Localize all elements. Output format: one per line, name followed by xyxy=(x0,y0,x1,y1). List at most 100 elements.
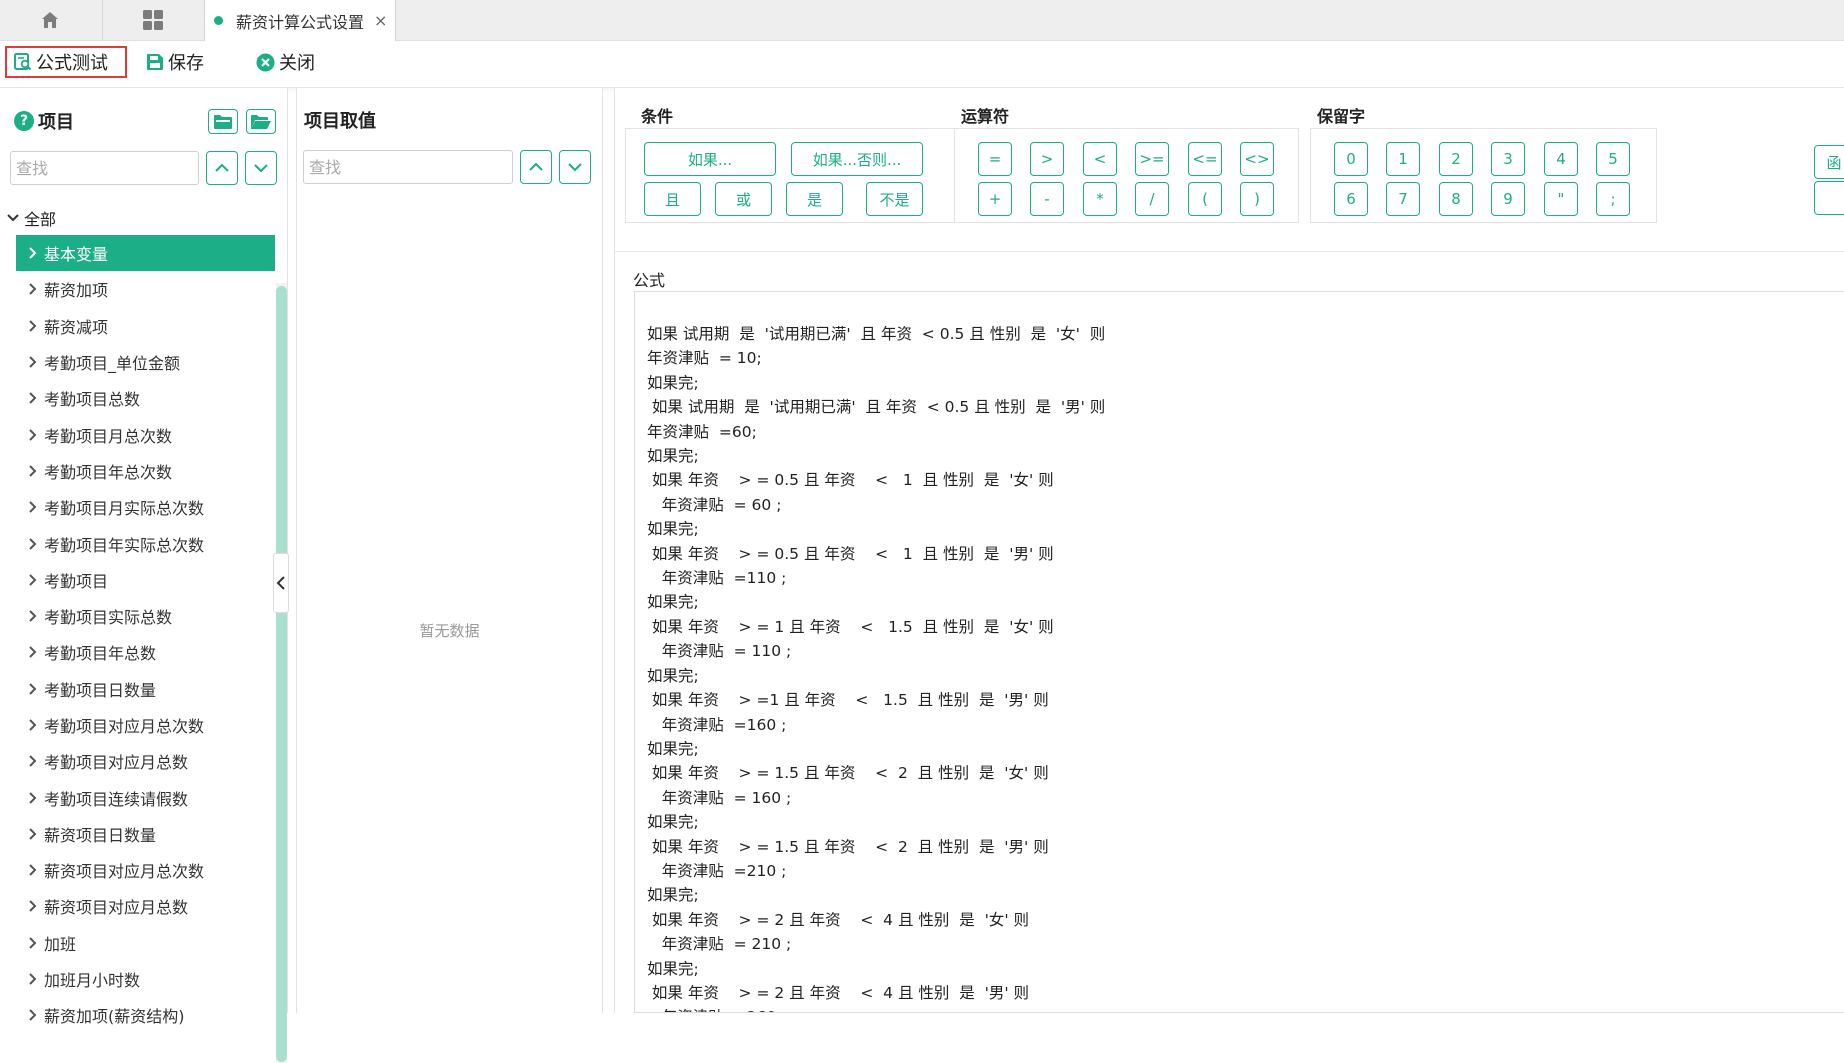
panel-collapse-button[interactable] xyxy=(273,553,289,613)
digit-0-button[interactable]: 0 xyxy=(1334,142,1368,176)
tree-item-label: 考勤项目对应月总数 xyxy=(44,753,189,773)
tab-bar: 薪资计算公式设置 × xyxy=(0,0,1844,41)
tree-item[interactable]: 薪资项目对应月总数 xyxy=(16,888,275,924)
op-less-button[interactable]: < xyxy=(1083,142,1117,176)
tree-item[interactable]: 考勤项目月总次数 xyxy=(16,416,275,452)
digit-7-button[interactable]: 7 xyxy=(1386,182,1420,216)
tree-item-label: 考勤项目对应月总次数 xyxy=(44,717,205,736)
op-plus-button[interactable]: + xyxy=(978,182,1012,216)
tab-apps[interactable] xyxy=(102,0,203,40)
item-search-down-button[interactable] xyxy=(245,151,277,185)
op-right-paren-button[interactable]: ) xyxy=(1240,182,1274,216)
op-not-equal-button[interactable]: <> xyxy=(1240,142,1274,176)
value-search-input[interactable] xyxy=(303,150,513,184)
tree-item[interactable]: 薪资加项(薪资结构) xyxy=(16,997,275,1033)
tree-item-label: 考勤项目年总次数 xyxy=(44,462,173,482)
tree-item-label: 薪资加项 xyxy=(44,281,109,301)
item-value-panel: 项目取值 暂无数据 xyxy=(296,88,603,1013)
tree-item-label: 薪资项目日数量 xyxy=(44,825,157,845)
chevron-right-icon xyxy=(29,465,37,477)
folder-open-icon xyxy=(251,114,271,129)
tree-item-label: 考勤项目年实际总次数 xyxy=(44,535,205,555)
tab-title: 薪资计算公式设置 xyxy=(236,12,365,32)
reserved-button-group: 0 1 2 3 4 5 6 7 8 9 " ; xyxy=(1310,128,1657,223)
value-search-down-button[interactable] xyxy=(559,150,591,184)
function-button[interactable]: 函 xyxy=(1814,145,1844,179)
op-minus-button[interactable]: - xyxy=(1030,182,1064,216)
chevron-up-icon xyxy=(529,162,543,171)
tree-root-label: 全部 xyxy=(24,210,57,229)
or-button[interactable]: 或 xyxy=(715,182,772,216)
tree-item[interactable]: 考勤项目总数 xyxy=(16,380,275,416)
tab-salary-formula[interactable]: 薪资计算公式设置 × xyxy=(204,0,396,41)
tree-item[interactable]: 薪资减项 xyxy=(16,308,275,344)
tree-root-all[interactable]: 全部 xyxy=(6,203,56,233)
tree-scrollbar[interactable] xyxy=(276,286,287,1062)
save-button[interactable]: 保存 xyxy=(146,46,204,78)
tree-item[interactable]: 加班 xyxy=(16,925,275,961)
operator-button-group: = > < >= <= <> + - * / ( ) xyxy=(954,128,1299,223)
op-greater-equal-button[interactable]: >= xyxy=(1135,142,1169,176)
open-folder-button[interactable] xyxy=(246,109,276,134)
tree-item[interactable]: 考勤项目 xyxy=(16,562,275,598)
formula-test-button[interactable]: 公式测试 xyxy=(5,46,127,78)
tab-home[interactable] xyxy=(0,0,100,40)
op-less-equal-button[interactable]: <= xyxy=(1188,142,1222,176)
formula-textarea[interactable]: 如果 试用期 是 '试用期已满' 且 年资 < 0.5 且 性别 是 '女' 则… xyxy=(634,291,1844,1013)
help-icon[interactable]: ? xyxy=(14,111,34,131)
item-search-input[interactable] xyxy=(10,151,199,185)
tree-item[interactable]: 薪资项目对应月总次数 xyxy=(16,852,275,888)
digit-9-button[interactable]: 9 xyxy=(1491,182,1525,216)
formula-test-icon xyxy=(14,53,32,71)
tree-item[interactable]: 考勤项目年总次数 xyxy=(16,453,275,489)
tree-item[interactable]: 考勤项目月实际总次数 xyxy=(16,489,275,525)
tree-item[interactable]: 基本变量 xyxy=(16,235,275,272)
digit-8-button[interactable]: 8 xyxy=(1439,182,1473,216)
digit-2-button[interactable]: 2 xyxy=(1439,142,1473,176)
value-search-up-button[interactable] xyxy=(520,150,552,184)
digit-5-button[interactable]: 5 xyxy=(1596,142,1630,176)
op-divide-button[interactable]: / xyxy=(1135,182,1169,216)
digit-6-button[interactable]: 6 xyxy=(1334,182,1368,216)
is-button[interactable]: 是 xyxy=(786,182,843,216)
op-equals-button[interactable]: = xyxy=(978,142,1012,176)
digit-3-button[interactable]: 3 xyxy=(1491,142,1525,176)
tree-item[interactable]: 考勤项目对应月总次数 xyxy=(16,707,275,743)
tree-item[interactable]: 考勤项目日数量 xyxy=(16,671,275,707)
close-button[interactable]: 关闭 xyxy=(256,46,315,78)
digit-1-button[interactable]: 1 xyxy=(1386,142,1420,176)
chevron-right-icon xyxy=(29,682,37,695)
tree-item[interactable]: 考勤项目连续请假数 xyxy=(16,779,275,815)
tree-item[interactable]: 考勤项目实际总数 xyxy=(16,598,275,634)
chevron-right-icon xyxy=(29,791,37,804)
chevron-right-icon xyxy=(29,392,37,405)
tree-item[interactable]: 薪资加项 xyxy=(16,271,275,307)
new-folder-button[interactable] xyxy=(208,109,238,134)
tree-item[interactable]: 加班月小时数 xyxy=(16,961,275,997)
item-tree-panel: ? 项目 全部 基本变量薪资加项薪资减项考勤项目_单位金额考勤项目总数考勤项目月… xyxy=(0,88,289,1063)
tree-item[interactable]: 薪资项目日数量 xyxy=(16,816,275,852)
if-else-button[interactable]: 如果...否则... xyxy=(791,142,923,176)
digit-4-button[interactable]: 4 xyxy=(1544,142,1578,176)
grid-icon xyxy=(143,10,163,30)
function-button-secondary[interactable] xyxy=(1814,181,1844,215)
tree-item-label: 薪资减项 xyxy=(44,317,109,337)
tree-item[interactable]: 考勤项目_单位金额 xyxy=(16,344,275,380)
is-not-button[interactable]: 不是 xyxy=(866,182,923,216)
item-value-title: 项目取值 xyxy=(304,111,376,132)
tree-item[interactable]: 考勤项目年实际总次数 xyxy=(16,525,275,561)
and-button[interactable]: 且 xyxy=(644,182,701,216)
chevron-right-icon xyxy=(29,501,37,513)
op-greater-button[interactable]: > xyxy=(1030,142,1064,176)
op-left-paren-button[interactable]: ( xyxy=(1188,182,1222,216)
if-button[interactable]: 如果... xyxy=(644,142,776,176)
tree-item[interactable]: 考勤项目年总数 xyxy=(16,634,275,670)
semicolon-button[interactable]: ; xyxy=(1596,182,1630,216)
chevron-right-icon xyxy=(29,1009,37,1022)
close-tab-icon[interactable]: × xyxy=(374,11,387,30)
item-search-up-button[interactable] xyxy=(206,151,238,185)
tree-item[interactable]: 考勤项目对应月总数 xyxy=(16,743,275,779)
formula-label: 公式 xyxy=(633,271,666,290)
quote-button[interactable]: " xyxy=(1544,182,1578,216)
op-multiply-button[interactable]: * xyxy=(1083,182,1117,216)
